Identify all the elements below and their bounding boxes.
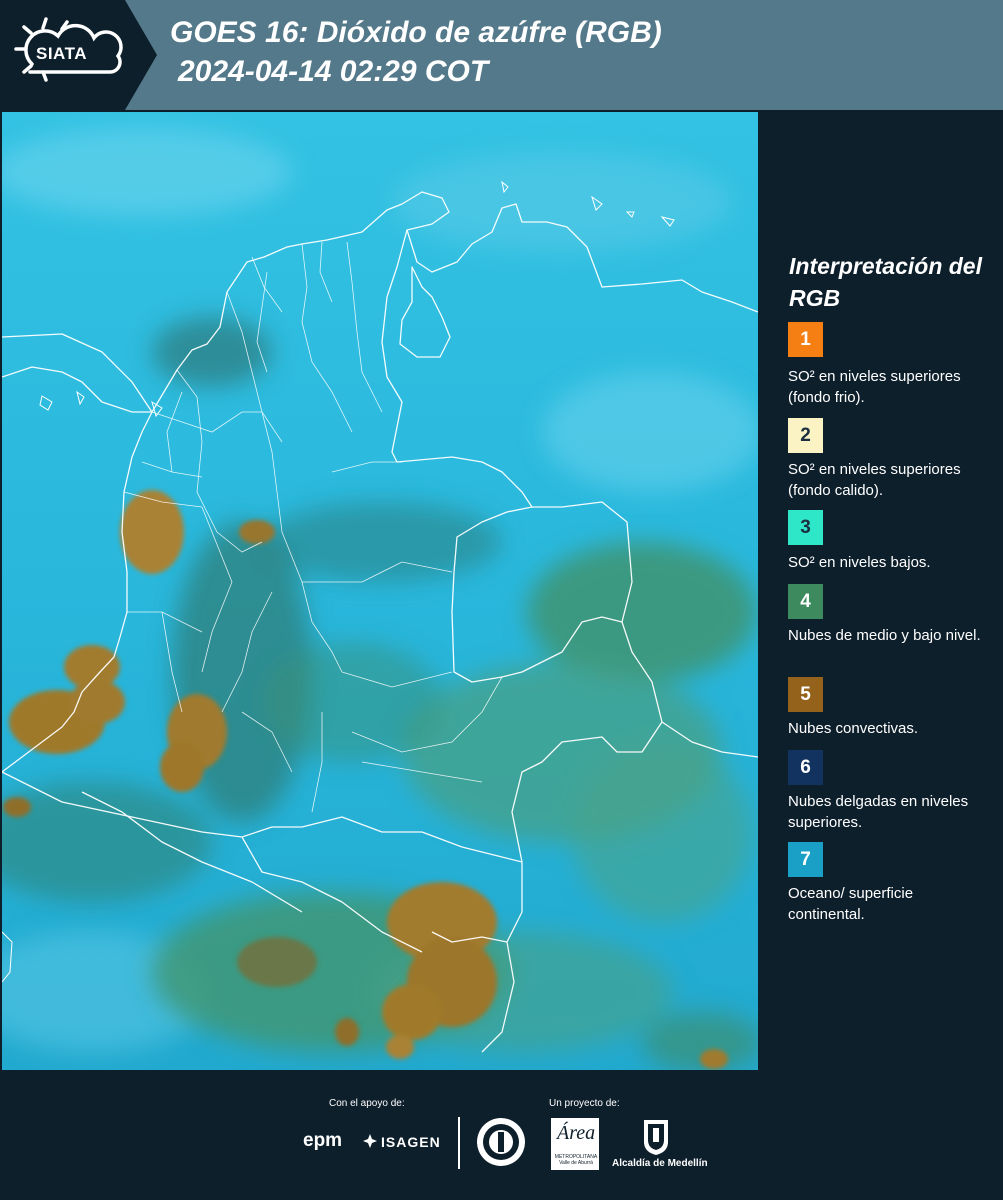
legend-number-3: 3 (800, 516, 811, 538)
legend-number-7: 7 (800, 848, 811, 870)
area-logo-subtitle: METROPOLITANA Valle de Aburrá (554, 1154, 598, 1166)
universidad-medellin-seal-icon[interactable] (476, 1117, 526, 1167)
footer: Con el apoyo de: Un proyecto de: epm ISA… (0, 1070, 1003, 1200)
siata-logo-text: SIATA (36, 44, 87, 63)
legend-label-3: SO² en niveles bajos. (788, 554, 931, 571)
legend-number-6: 6 (800, 756, 811, 778)
legend-swatch-1: 1 (788, 322, 823, 357)
legend-swatch-7: 7 (788, 842, 823, 877)
legend-label-7: Oceano/ superficie continental. (788, 885, 914, 923)
legend-number-2: 2 (800, 424, 811, 446)
legend-swatch-5: 5 (788, 677, 823, 712)
footer-divider (458, 1117, 460, 1169)
epm-logo[interactable]: epm (303, 1130, 342, 1152)
legend-number-5: 5 (800, 683, 811, 705)
satellite-map[interactable] (2, 112, 758, 1070)
project-caption: Un proyecto de: (549, 1098, 620, 1109)
legend-number-4: 4 (800, 590, 811, 612)
legend-label-6: Nubes delgadas en niveles superiores. (788, 793, 969, 831)
isagen-logo[interactable]: ISAGEN (381, 1134, 441, 1150)
alcaldia-logo-label: Alcaldía de Medellín (612, 1158, 708, 1169)
alcaldia-shield-icon[interactable] (642, 1118, 670, 1156)
support-caption: Con el apoyo de: (329, 1098, 405, 1109)
satellite-image (2, 112, 758, 1070)
legend-label-5: Nubes convectivas. (788, 720, 919, 737)
legend-swatch-2: 2 (788, 418, 823, 453)
area-metropolitana-logo[interactable]: Área METROPOLITANA Valle de Aburrá (551, 1118, 599, 1170)
isagen-mark-icon (363, 1134, 377, 1148)
legend-label-2: SO² en niveles superiores (fondo calido)… (788, 461, 961, 499)
legend-title: Interpretación del RGB (789, 253, 982, 311)
legend-number-1: 1 (800, 328, 811, 350)
legend-swatch-3: 3 (788, 510, 823, 545)
timestamp: 2024-04-14 02:29 COT (178, 55, 489, 88)
area-logo-word: Área (557, 1122, 596, 1144)
header-bar: SIATA GOES 16: Dióxido de azúfre (RGB) 2… (0, 0, 1003, 110)
legend-swatch-4: 4 (788, 584, 823, 619)
legend-label-4: Nubes de medio y bajo nivel. (788, 627, 981, 644)
siata-logo[interactable]: SIATA (0, 0, 160, 110)
legend-swatch-6: 6 (788, 750, 823, 785)
legend-panel: Interpretación del RGB 1 SO² en niveles … (760, 112, 1003, 1070)
page-title: GOES 16: Dióxido de azúfre (RGB) (170, 16, 662, 49)
legend-label-1: SO² en niveles superiores (fondo frio). (788, 368, 961, 406)
